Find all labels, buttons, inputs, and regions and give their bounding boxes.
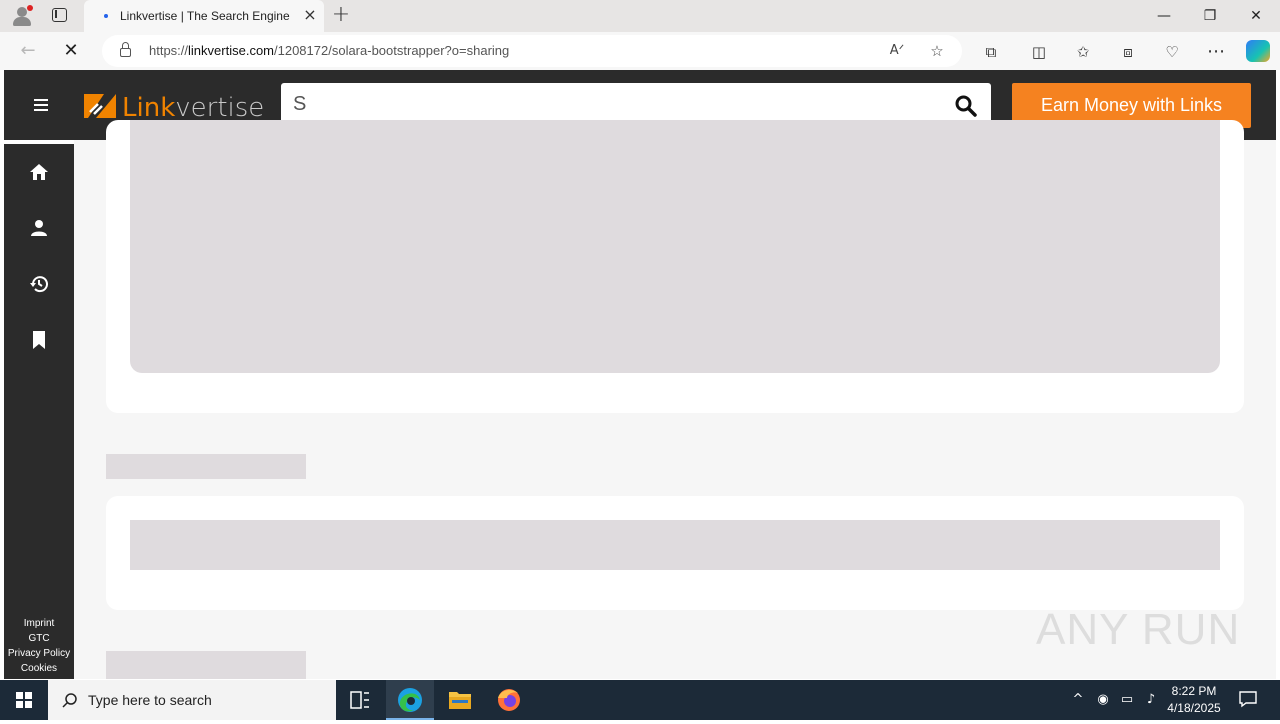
favorites-icon[interactable]: ✩ [1073,42,1093,62]
bookmark-icon[interactable] [29,330,49,350]
logo-text-accent: Link [122,93,176,123]
stop-icon[interactable]: ✕ [61,41,81,61]
extensions-icon[interactable]: ⧉ [981,42,1001,62]
taskbar-search[interactable]: Type here to search [48,680,336,720]
windows-icon [16,692,32,708]
lock-icon[interactable] [120,42,131,57]
address-toolbar: ← ✕ https://linkvertise.com/1208172/sola… [0,32,1280,70]
profile-icon[interactable] [29,218,49,238]
favorite-star-icon[interactable]: ☆ [928,42,946,60]
privacy-policy-link[interactable]: Privacy Policy [4,646,74,661]
tab-strip: Linkvertise | The Search Engine for Ever… [0,0,1280,32]
anyrun-watermark: ANY RUN [1036,605,1241,654]
tab-title: Linkvertise | The Search Engine for Ever… [120,9,292,23]
split-screen-icon[interactable]: ◫ [1029,42,1049,62]
more-icon[interactable]: ⋯ [1206,42,1226,62]
search-value: S [293,93,307,115]
main-content [74,120,1276,679]
search-icon[interactable] [955,95,977,117]
clock-date: 4/18/2025 [1167,701,1221,715]
sidebar: Imprint GTC Privacy Policy Cookies [4,144,74,679]
network-icon[interactable]: ▭ [1118,691,1136,709]
logo-mark-icon [84,94,116,118]
search-icon [62,693,77,708]
cookies-link[interactable]: Cookies [4,661,74,676]
close-tab-icon[interactable]: × [302,7,318,23]
file-explorer-icon[interactable] [436,680,484,720]
history-icon[interactable] [29,274,49,294]
loading-dot-icon [104,14,108,18]
profile-icon[interactable] [11,5,33,27]
restore-icon[interactable]: ❐ [1200,6,1220,26]
clock-time: 8:22 PM [1171,684,1217,698]
taskbar: Type here to search ^ ◉ ▭ ♪ 8:22 PM 4/18… [0,680,1280,720]
notification-icon[interactable] [1238,690,1258,708]
linkvertise-page: Linkvertise S Earn Money with Links Impr… [4,70,1276,679]
imprint-link[interactable]: Imprint [4,616,74,631]
url-text[interactable]: https://linkvertise.com/1208172/solara-b… [149,43,509,58]
new-tab-icon[interactable]: + [330,4,352,26]
copilot-icon[interactable] [1246,40,1270,62]
edge-icon[interactable] [386,680,434,720]
taskbar-clock[interactable]: 8:22 PM 4/18/2025 [1164,683,1224,717]
show-hidden-icons-icon[interactable]: ^ [1069,691,1087,709]
close-window-icon[interactable]: ✕ [1246,6,1266,26]
task-view-icon[interactable] [336,680,384,720]
start-button[interactable] [0,680,48,720]
skeleton-placeholder-large [130,120,1220,373]
read-aloud-icon[interactable]: Aᐟ [888,42,906,60]
taskbar-search-placeholder: Type here to search [88,692,212,708]
tab-actions-icon[interactable] [52,8,67,22]
menu-icon[interactable] [34,99,48,111]
collections-icon[interactable]: ⧈ [1118,42,1138,62]
browser-tab[interactable]: Linkvertise | The Search Engine for Ever… [84,0,324,32]
back-icon[interactable]: ← [18,41,38,61]
volume-icon[interactable]: ♪ [1142,691,1160,709]
minimize-icon[interactable]: — [1154,6,1174,26]
skeleton-heading [106,651,306,679]
firefox-icon[interactable] [485,680,533,720]
home-icon[interactable] [29,162,49,182]
content-card-top [106,120,1244,413]
meet-now-icon[interactable]: ◉ [1094,691,1112,709]
skeleton-heading [106,454,306,479]
sidebar-footer: Imprint GTC Privacy Policy Cookies [4,616,74,676]
browser-essentials-icon[interactable]: ♡ [1162,42,1182,62]
content-card-middle [106,496,1244,610]
skeleton-placeholder-bar [130,520,1220,570]
gtc-link[interactable]: GTC [4,631,74,646]
logo-text-rest: vertise [175,93,265,123]
address-bar[interactable]: https://linkvertise.com/1208172/solara-b… [102,35,962,67]
